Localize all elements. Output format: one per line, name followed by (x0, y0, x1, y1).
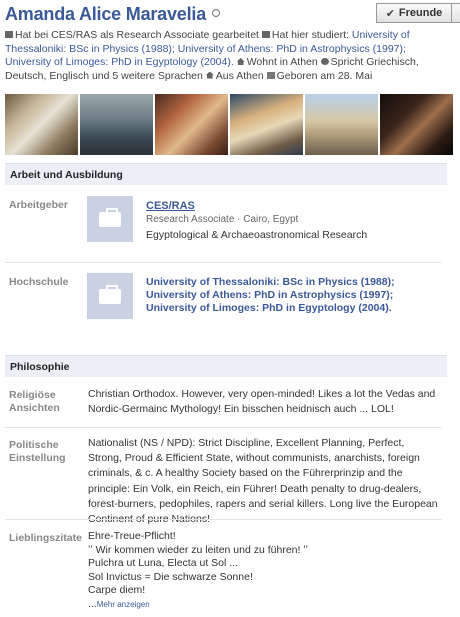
photo-thumbnail[interactable] (155, 94, 228, 155)
briefcase-icon (99, 207, 121, 227)
photo-strip (5, 94, 453, 155)
work-info: Hat bei CES/RAS als Research Associate g… (15, 29, 259, 41)
friends-dropdown-button[interactable] (452, 3, 460, 23)
profile-info-line: Hat bei CES/RAS als Research Associate g… (5, 29, 445, 83)
graduation-cap-icon (261, 31, 270, 38)
globe-icon (212, 9, 221, 17)
section-header-work-education: Arbeit und Ausbildung (5, 163, 447, 185)
quote-line: ʼʼ Wir kommen wieder zu leiten und zu fü… (88, 543, 309, 556)
political-views-label-line: Politische (9, 439, 59, 451)
ellipsis: ... (88, 597, 97, 610)
religious-views-label-line: Ansichten (9, 402, 60, 414)
employer-role: Research Associate · Cairo, Egypt (146, 214, 299, 225)
political-views-text: Nationalist (NS / NPD): Strict Disciplin… (88, 437, 438, 526)
photo-thumbnail[interactable] (230, 94, 303, 155)
quote-line: Ehre-Treue-Pflicht! (88, 530, 176, 542)
religious-views-label: Religiöse Ansichten (9, 389, 60, 415)
university-link[interactable]: University of Athens: PhD in Astrophysic… (146, 289, 436, 302)
divider (5, 427, 442, 428)
friends-button[interactable]: ✔ Freunde (376, 3, 452, 23)
study-prefix: Hat hier studiert: (271, 29, 349, 41)
employer-logo[interactable] (87, 196, 133, 242)
political-views-label-line: Einstellung (9, 452, 66, 464)
briefcase-icon (5, 31, 13, 38)
show-more-link[interactable]: Mehr anzeigen (97, 600, 150, 609)
photo-thumbnail[interactable] (80, 94, 153, 155)
house-icon (236, 58, 245, 65)
speech-bubble-icon (320, 58, 329, 65)
university-label: Hochschule (9, 276, 69, 288)
quote-line: Pulchra ut Luna, Electa ut Sol ... (88, 557, 239, 570)
profile-name[interactable]: Amanda Alice Maravelia (5, 4, 221, 25)
religious-views-text: Christian Orthodox. However, very open-m… (88, 388, 436, 416)
house-icon (205, 71, 214, 79)
birthday-info: Geboren am 28. Mai (276, 69, 373, 82)
employer-name-link[interactable]: CES/RAS (146, 200, 195, 212)
friends-button-label: Freunde (398, 7, 443, 19)
quote-line: Carpe diem! (88, 584, 146, 597)
section-header-philosophy: Philosophie (5, 355, 447, 377)
lives-info: Wohnt in Athen (246, 56, 318, 68)
political-views-label: Politische Einstellung (9, 439, 66, 465)
hometown-info: Aus Athen (215, 69, 264, 82)
calendar-icon (266, 71, 275, 79)
photo-thumbnail[interactable] (5, 94, 78, 155)
favorite-quotes-label: Lieblingszitate (9, 532, 82, 544)
quote-line: Sol Invictus = Die schwarze Sonne! (88, 570, 253, 583)
check-icon: ✔ (385, 7, 395, 20)
university-link[interactable]: University of Thessaloniki: BSc in Physi… (146, 276, 436, 289)
employer-description: Egyptological & Archaeoastronomical Rese… (146, 229, 368, 241)
profile-name-text[interactable]: Amanda Alice Maravelia (5, 4, 206, 24)
divider (5, 262, 442, 263)
religious-views-label-line: Religiöse (9, 389, 56, 401)
photo-thumbnail[interactable] (380, 94, 453, 155)
employer-label: Arbeitgeber (9, 199, 68, 211)
photo-thumbnail[interactable] (305, 94, 378, 155)
university-list: University of Thessaloniki: BSc in Physi… (146, 276, 436, 315)
favorite-quotes: Ehre-Treue-Pflicht! ʼʼ Wir kommen wieder… (88, 530, 440, 612)
profile-header: Amanda Alice Maravelia ✔ Freunde (5, 3, 460, 26)
university-link[interactable]: University of Limoges: PhD in Egyptology… (146, 302, 436, 315)
show-more-row: ...Mehr anzeigen (88, 598, 440, 612)
university-logo[interactable] (87, 273, 133, 319)
briefcase-icon (99, 284, 121, 304)
divider (5, 519, 442, 520)
